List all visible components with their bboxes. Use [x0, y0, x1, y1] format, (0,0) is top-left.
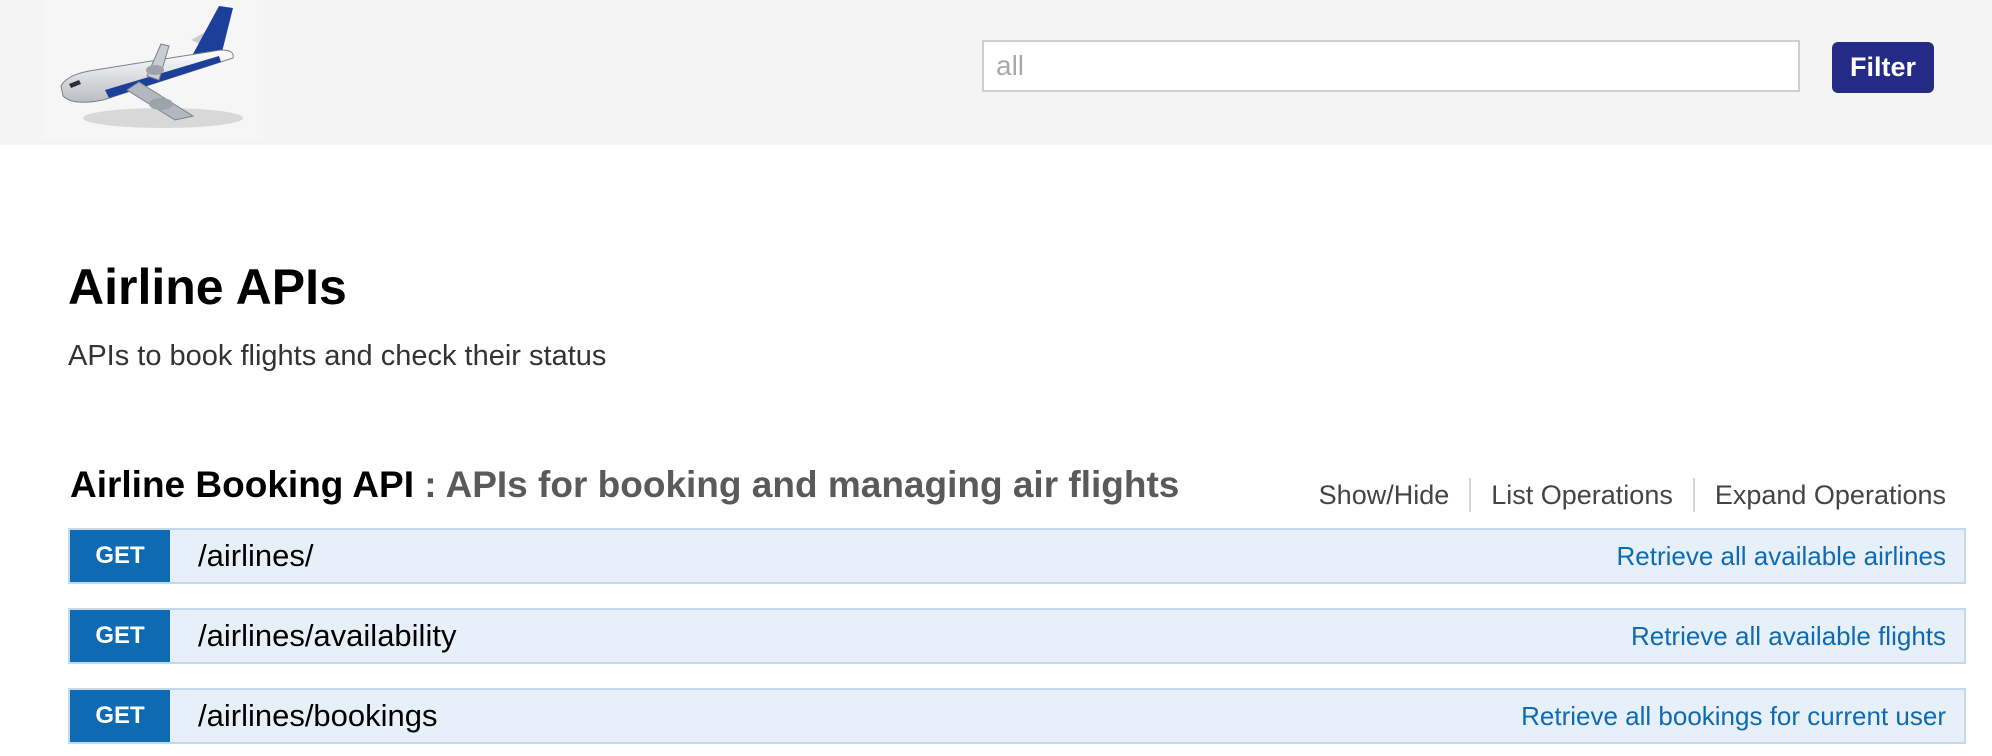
operation-summary[interactable]: Retrieve all bookings for current user [1521, 690, 1946, 742]
http-method-badge[interactable]: GET [70, 690, 170, 742]
operation-row-airlines[interactable]: GET /airlines/ Retrieve all available ai… [68, 528, 1966, 584]
operation-path[interactable]: /airlines/availability [198, 610, 456, 662]
page-title: Airline APIs [68, 259, 347, 315]
operation-path[interactable]: /airlines/ [198, 530, 313, 582]
http-method-badge[interactable]: GET [70, 610, 170, 662]
operation-row-bookings[interactable]: GET /airlines/bookings Retrieve all book… [68, 688, 1966, 744]
resource-name[interactable]: Airline Booking API [70, 464, 414, 505]
airplane-logo-graphic [60, 6, 243, 128]
page-description: APIs to book flights and check their sta… [68, 340, 607, 372]
filter-input[interactable] [982, 40, 1800, 92]
operation-summary[interactable]: Retrieve all available airlines [1617, 530, 1947, 582]
resource-options: Show/Hide List Operations Expand Operati… [1299, 478, 1946, 512]
operation-summary[interactable]: Retrieve all available flights [1631, 610, 1946, 662]
expand-operations-link[interactable]: Expand Operations [1695, 480, 1946, 511]
top-bar: Filter [0, 0, 1992, 145]
operation-row-availability[interactable]: GET /airlines/availability Retrieve all … [68, 608, 1966, 664]
http-method-badge[interactable]: GET [70, 530, 170, 582]
airplane-logo-icon[interactable] [43, 0, 263, 140]
filter-button[interactable]: Filter [1832, 42, 1934, 93]
resource-separator: : [413, 464, 446, 505]
resource-description: APIs for booking and managing air flight… [445, 464, 1180, 505]
list-operations-link[interactable]: List Operations [1471, 480, 1693, 511]
resource-heading[interactable]: Airline Booking API : APIs for booking a… [70, 464, 1179, 506]
operation-path[interactable]: /airlines/bookings [198, 690, 438, 742]
show-hide-link[interactable]: Show/Hide [1299, 480, 1470, 511]
